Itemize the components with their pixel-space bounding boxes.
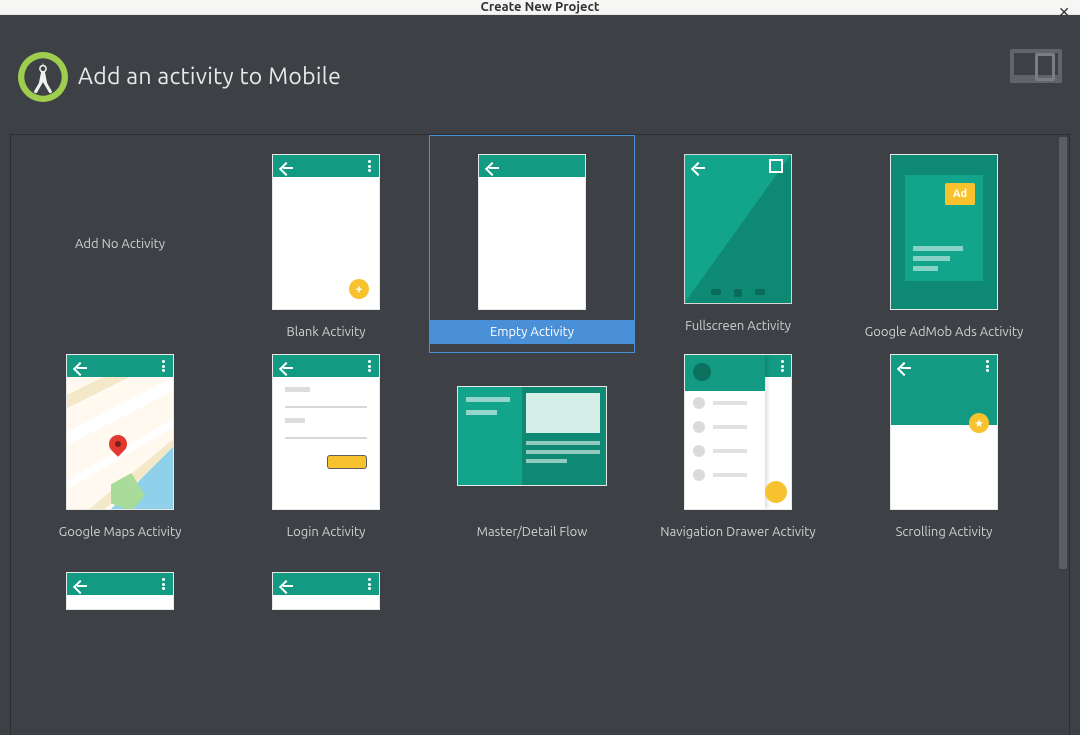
template-thumbnail: [457, 386, 607, 486]
template-label: Master/Detail Flow: [430, 520, 634, 544]
overflow-icon: [368, 360, 371, 372]
window-title: Create New Project: [481, 0, 600, 14]
template-admob[interactable]: Ad Google AdMob Ads Activity: [841, 135, 1047, 353]
form-factor-icon: [1010, 49, 1062, 89]
back-arrow-icon: [693, 161, 703, 171]
template-fullscreen[interactable]: Fullscreen Activity: [635, 135, 841, 353]
back-arrow-icon: [899, 361, 909, 371]
template-nav-drawer[interactable]: Navigation Drawer Activity: [635, 353, 841, 571]
overflow-icon: [368, 160, 371, 172]
overflow-icon: [986, 360, 989, 372]
titlebar: Create New Project ✕: [0, 0, 1080, 15]
template-gallery-viewport[interactable]: Add No Activity Blank Activity: [11, 135, 1057, 735]
wizard-header: Add an activity to Mobile: [4, 19, 1076, 134]
template-label: Navigation Drawer Activity: [636, 520, 840, 544]
template-thumbnail: [66, 572, 174, 610]
wizard-body: Add an activity to Mobile Add No Activit…: [0, 15, 1080, 735]
template-thumbnail: Ad: [890, 154, 998, 310]
template-thumbnail: [684, 154, 792, 304]
template-empty[interactable]: Empty Activity: [429, 135, 635, 353]
template-label: Google AdMob Ads Activity: [842, 320, 1046, 344]
template-thumbnail: [478, 154, 586, 310]
avatar-icon: [693, 363, 711, 381]
template-thumbnail: ★: [890, 354, 998, 510]
template-peek-2[interactable]: [223, 571, 429, 611]
template-login[interactable]: Login Activity: [223, 353, 429, 571]
overflow-icon: [781, 360, 784, 372]
fullscreen-icon-2: [769, 159, 783, 173]
template-thumbnail: [66, 354, 174, 510]
template-label: Empty Activity: [430, 320, 634, 344]
back-arrow-icon: [281, 361, 291, 371]
template-maps[interactable]: Google Maps Activity: [17, 353, 223, 571]
overflow-icon: [368, 578, 371, 590]
fab-icon: [765, 481, 787, 503]
template-scrolling[interactable]: ★ Scrolling Activity: [841, 353, 1047, 571]
template-thumbnail: [272, 572, 380, 610]
template-label: Blank Activity: [224, 320, 428, 344]
scrollbar-thumb[interactable]: [1059, 137, 1067, 569]
template-peek-1[interactable]: [17, 571, 223, 611]
overflow-icon: [162, 360, 165, 372]
template-label: Google Maps Activity: [18, 520, 222, 544]
ad-badge: Ad: [945, 183, 975, 205]
wizard-title: Add an activity to Mobile: [78, 64, 341, 89]
map-pin-icon: [109, 435, 127, 459]
template-none[interactable]: Add No Activity: [17, 135, 223, 353]
template-gallery: Add No Activity Blank Activity: [10, 134, 1070, 735]
template-label: Scrolling Activity: [842, 520, 1046, 544]
android-studio-logo: [16, 50, 70, 104]
template-label: Add No Activity: [75, 237, 165, 251]
template-thumbnail: [684, 354, 792, 510]
back-arrow-icon: [75, 361, 85, 371]
login-button-icon: [327, 455, 367, 469]
fab-icon: [349, 279, 369, 299]
nav-bar-icon: [685, 289, 791, 297]
android-studio-icon: [17, 51, 69, 103]
back-arrow-icon: [487, 161, 497, 171]
template-label: Fullscreen Activity: [636, 314, 840, 338]
template-label: Login Activity: [224, 520, 428, 544]
gallery-scrollbar[interactable]: [1057, 135, 1069, 735]
template-thumbnail: [272, 354, 380, 510]
back-arrow-icon: [75, 579, 85, 589]
template-blank[interactable]: Blank Activity: [223, 135, 429, 353]
template-thumbnail: [272, 154, 380, 310]
back-arrow-icon: [281, 161, 291, 171]
back-arrow-icon: [281, 579, 291, 589]
overflow-icon: [162, 578, 165, 590]
template-master-detail[interactable]: Master/Detail Flow: [429, 353, 635, 571]
star-fab-icon: ★: [969, 413, 989, 433]
